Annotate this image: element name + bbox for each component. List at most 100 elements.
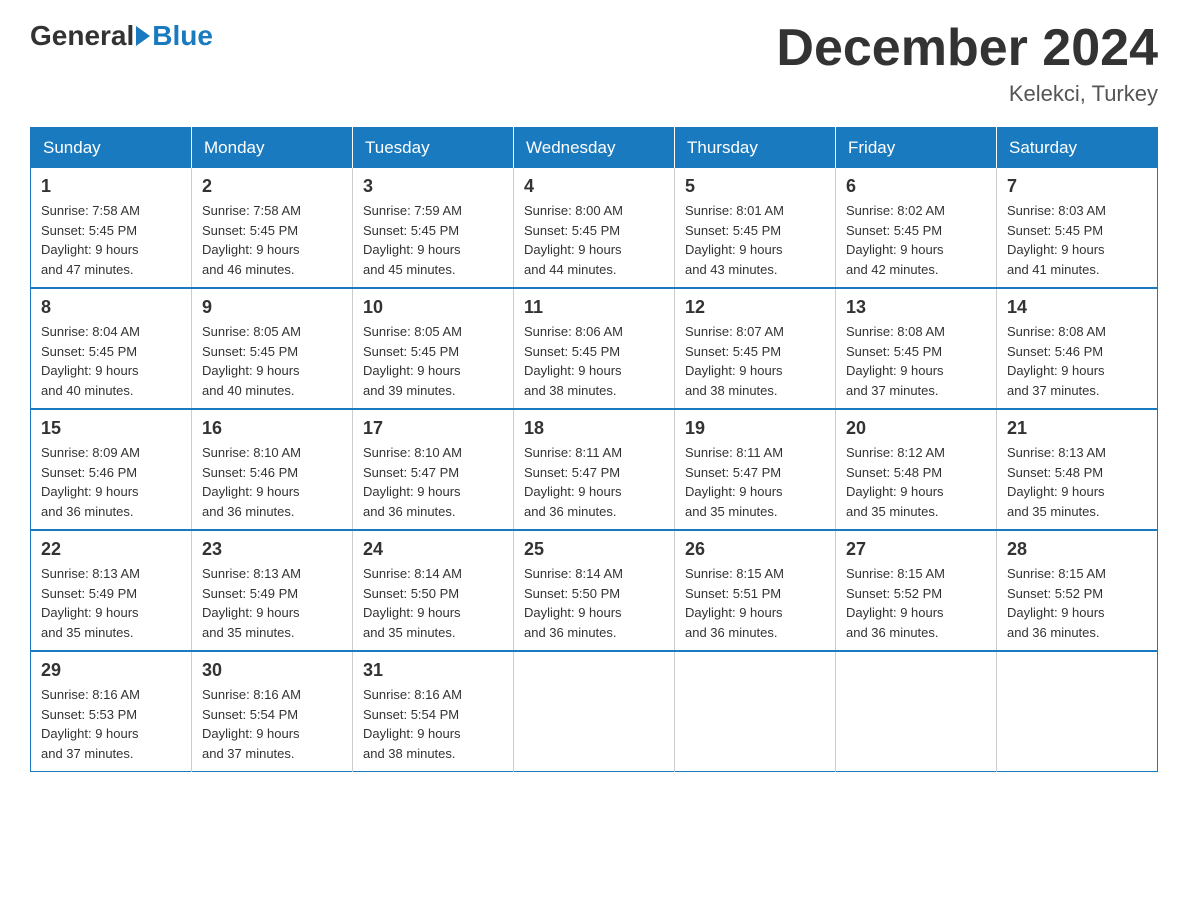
day-number: 12 [685, 297, 825, 318]
calendar-day-cell: 10Sunrise: 8:05 AMSunset: 5:45 PMDayligh… [353, 288, 514, 409]
day-info: Sunrise: 8:08 AMSunset: 5:45 PMDaylight:… [846, 322, 986, 400]
day-info: Sunrise: 8:03 AMSunset: 5:45 PMDaylight:… [1007, 201, 1147, 279]
calendar-day-header: Saturday [997, 128, 1158, 169]
calendar-day-cell [514, 651, 675, 772]
day-number: 30 [202, 660, 342, 681]
calendar-day-cell: 24 Sunrise: 8:14 AMSunset: 5:50 PMDayligh… [353, 530, 514, 651]
calendar-day-header: Thursday [675, 128, 836, 169]
day-number: 13 [846, 297, 986, 318]
location-text: Kelekci, Turkey [776, 81, 1158, 107]
day-info: Sunrise: 8:06 AMSunset: 5:45 PMDaylight:… [524, 322, 664, 400]
calendar-day-cell [675, 651, 836, 772]
calendar-week-row: 15 Sunrise: 8:09 AMSunset: 5:46 PMDayligh… [31, 409, 1158, 530]
logo: General Blue [30, 20, 213, 52]
day-number: 16 [202, 418, 342, 439]
calendar-day-cell: 25 Sunrise: 8:14 AMSunset: 5:50 PMDayligh… [514, 530, 675, 651]
day-info: Sunrise: 8:11 AMSunset: 5:47 PMDaylight:… [524, 443, 664, 521]
day-number: 11 [524, 297, 664, 318]
day-number: 23 [202, 539, 342, 560]
day-number: 10 [363, 297, 503, 318]
calendar-day-cell: 19 Sunrise: 8:11 AMSunset: 5:47 PMDayligh… [675, 409, 836, 530]
day-number: 14 [1007, 297, 1147, 318]
day-info: Sunrise: 8:14 AMSunset: 5:50 PMDaylight:… [524, 564, 664, 642]
day-number: 24 [363, 539, 503, 560]
day-number: 25 [524, 539, 664, 560]
calendar-day-cell: 28Sunrise: 8:15 AMSunset: 5:52 PMDayligh… [997, 530, 1158, 651]
calendar-day-cell: 12 Sunrise: 8:07 AMSunset: 5:45 PMDayligh… [675, 288, 836, 409]
calendar-day-cell: 2Sunrise: 7:58 AMSunset: 5:45 PMDaylight… [192, 168, 353, 288]
day-info: Sunrise: 8:16 AMSunset: 5:54 PMDaylight:… [363, 685, 503, 763]
calendar-day-cell: 14 Sunrise: 8:08 AMSunset: 5:46 PMDayligh… [997, 288, 1158, 409]
calendar-week-row: 22Sunrise: 8:13 AMSunset: 5:49 PMDayligh… [31, 530, 1158, 651]
logo-blue-text: Blue [152, 20, 213, 52]
day-info: Sunrise: 8:12 AMSunset: 5:48 PMDaylight:… [846, 443, 986, 521]
day-info: Sunrise: 8:09 AMSunset: 5:46 PMDaylight:… [41, 443, 181, 521]
calendar-day-cell: 6Sunrise: 8:02 AMSunset: 5:45 PMDaylight… [836, 168, 997, 288]
calendar-day-cell: 29Sunrise: 8:16 AMSunset: 5:53 PMDayligh… [31, 651, 192, 772]
day-number: 27 [846, 539, 986, 560]
day-info: Sunrise: 8:11 AMSunset: 5:47 PMDaylight:… [685, 443, 825, 521]
day-info: Sunrise: 7:59 AMSunset: 5:45 PMDaylight:… [363, 201, 503, 279]
day-info: Sunrise: 8:05 AMSunset: 5:45 PMDaylight:… [202, 322, 342, 400]
calendar-week-row: 29Sunrise: 8:16 AMSunset: 5:53 PMDayligh… [31, 651, 1158, 772]
calendar-day-cell [997, 651, 1158, 772]
day-number: 18 [524, 418, 664, 439]
calendar-day-cell: 3 Sunrise: 7:59 AMSunset: 5:45 PMDaylight… [353, 168, 514, 288]
day-number: 19 [685, 418, 825, 439]
day-info: Sunrise: 7:58 AMSunset: 5:45 PMDaylight:… [202, 201, 342, 279]
calendar-day-cell: 18 Sunrise: 8:11 AMSunset: 5:47 PMDayligh… [514, 409, 675, 530]
calendar-day-cell: 23 Sunrise: 8:13 AMSunset: 5:49 PMDayligh… [192, 530, 353, 651]
day-info: Sunrise: 8:13 AMSunset: 5:49 PMDaylight:… [202, 564, 342, 642]
calendar-day-cell: 27 Sunrise: 8:15 AMSunset: 5:52 PMDayligh… [836, 530, 997, 651]
calendar-day-cell: 15 Sunrise: 8:09 AMSunset: 5:46 PMDayligh… [31, 409, 192, 530]
day-number: 3 [363, 176, 503, 197]
calendar-day-cell: 11 Sunrise: 8:06 AMSunset: 5:45 PMDayligh… [514, 288, 675, 409]
page-header: General Blue December 2024 Kelekci, Turk… [30, 20, 1158, 107]
calendar-day-cell: 20 Sunrise: 8:12 AMSunset: 5:48 PMDayligh… [836, 409, 997, 530]
day-number: 21 [1007, 418, 1147, 439]
calendar-day-cell: 22Sunrise: 8:13 AMSunset: 5:49 PMDayligh… [31, 530, 192, 651]
day-number: 20 [846, 418, 986, 439]
day-number: 5 [685, 176, 825, 197]
day-number: 6 [846, 176, 986, 197]
day-number: 29 [41, 660, 181, 681]
day-number: 8 [41, 297, 181, 318]
calendar-day-cell: 8 Sunrise: 8:04 AMSunset: 5:45 PMDaylight… [31, 288, 192, 409]
calendar-day-cell: 30Sunrise: 8:16 AMSunset: 5:54 PMDayligh… [192, 651, 353, 772]
day-info: Sunrise: 8:08 AMSunset: 5:46 PMDaylight:… [1007, 322, 1147, 400]
day-info: Sunrise: 8:04 AMSunset: 5:45 PMDaylight:… [41, 322, 181, 400]
calendar-day-cell: 31Sunrise: 8:16 AMSunset: 5:54 PMDayligh… [353, 651, 514, 772]
month-title: December 2024 [776, 20, 1158, 77]
day-number: 17 [363, 418, 503, 439]
day-info: Sunrise: 8:01 AMSunset: 5:45 PMDaylight:… [685, 201, 825, 279]
calendar-day-cell: 13 Sunrise: 8:08 AMSunset: 5:45 PMDayligh… [836, 288, 997, 409]
calendar-week-row: 1 Sunrise: 7:58 AMSunset: 5:45 PMDaylight… [31, 168, 1158, 288]
day-number: 4 [524, 176, 664, 197]
calendar-day-cell: 1 Sunrise: 7:58 AMSunset: 5:45 PMDaylight… [31, 168, 192, 288]
day-info: Sunrise: 8:15 AMSunset: 5:52 PMDaylight:… [846, 564, 986, 642]
calendar-header-row: SundayMondayTuesdayWednesdayThursdayFrid… [31, 128, 1158, 169]
calendar-week-row: 8 Sunrise: 8:04 AMSunset: 5:45 PMDaylight… [31, 288, 1158, 409]
calendar-day-cell: 5 Sunrise: 8:01 AMSunset: 5:45 PMDaylight… [675, 168, 836, 288]
day-number: 26 [685, 539, 825, 560]
calendar-day-header: Sunday [31, 128, 192, 169]
day-info: Sunrise: 8:10 AMSunset: 5:46 PMDaylight:… [202, 443, 342, 521]
title-section: December 2024 Kelekci, Turkey [776, 20, 1158, 107]
calendar-day-cell: 26Sunrise: 8:15 AMSunset: 5:51 PMDayligh… [675, 530, 836, 651]
day-info: Sunrise: 8:10 AMSunset: 5:47 PMDaylight:… [363, 443, 503, 521]
day-info: Sunrise: 8:00 AMSunset: 5:45 PMDaylight:… [524, 201, 664, 279]
day-info: Sunrise: 8:07 AMSunset: 5:45 PMDaylight:… [685, 322, 825, 400]
calendar-day-cell: 16 Sunrise: 8:10 AMSunset: 5:46 PMDayligh… [192, 409, 353, 530]
day-number: 1 [41, 176, 181, 197]
calendar-day-cell: 9Sunrise: 8:05 AMSunset: 5:45 PMDaylight… [192, 288, 353, 409]
calendar-day-header: Friday [836, 128, 997, 169]
day-info: Sunrise: 8:14 AMSunset: 5:50 PMDaylight:… [363, 564, 503, 642]
calendar-day-cell [836, 651, 997, 772]
day-info: Sunrise: 8:15 AMSunset: 5:52 PMDaylight:… [1007, 564, 1147, 642]
calendar-day-cell: 17 Sunrise: 8:10 AMSunset: 5:47 PMDayligh… [353, 409, 514, 530]
day-info: Sunrise: 7:58 AMSunset: 5:45 PMDaylight:… [41, 201, 181, 279]
day-info: Sunrise: 8:13 AMSunset: 5:49 PMDaylight:… [41, 564, 181, 642]
day-info: Sunrise: 8:13 AMSunset: 5:48 PMDaylight:… [1007, 443, 1147, 521]
calendar-day-cell: 21 Sunrise: 8:13 AMSunset: 5:48 PMDayligh… [997, 409, 1158, 530]
day-number: 15 [41, 418, 181, 439]
